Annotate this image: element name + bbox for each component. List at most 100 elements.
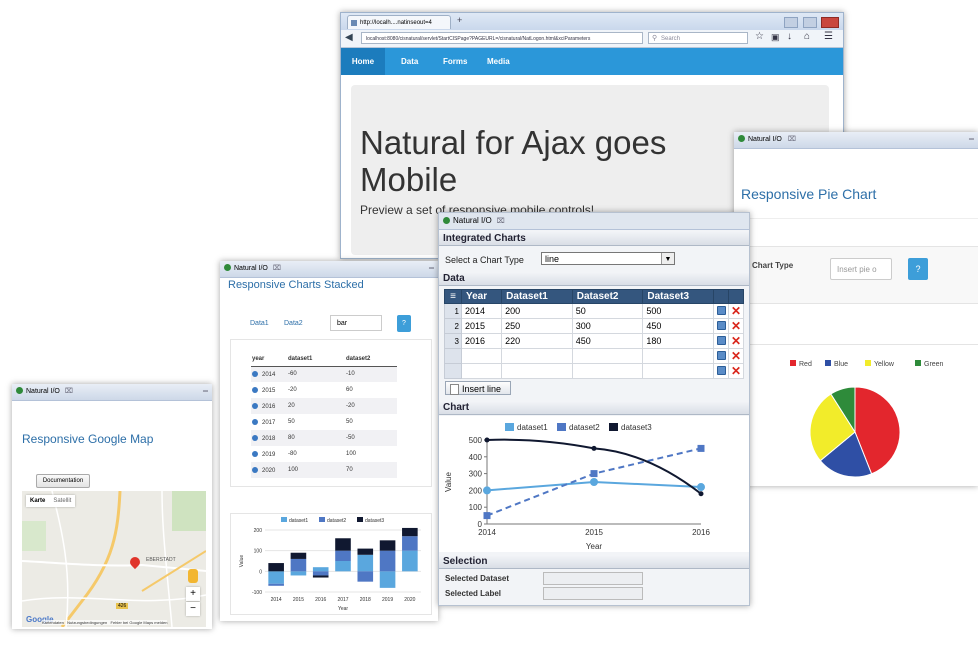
table-cell[interactable]: 220 <box>501 333 573 349</box>
copy-icon[interactable] <box>716 305 726 315</box>
bookmarks-icon[interactable]: ▣ <box>771 32 780 43</box>
back-arrow-icon[interactable]: ◀ <box>345 32 353 43</box>
tab-minmax-icon[interactable]: ═ <box>969 132 974 148</box>
delete-row-icon[interactable]: ✕ <box>728 333 744 349</box>
table-cell[interactable] <box>460 363 503 379</box>
delete-row-icon[interactable]: ✕ <box>728 348 744 364</box>
row-number[interactable]: 2 <box>444 318 462 334</box>
copy-row-icon[interactable] <box>713 318 729 334</box>
chart-type-input[interactable]: bar <box>330 315 382 331</box>
table-cell[interactable]: 500 <box>642 303 714 319</box>
minimize-icon[interactable] <box>784 17 799 28</box>
stacked-window-tab[interactable]: Natural I/O ⌧ ═ <box>220 261 438 278</box>
delete-row-icon[interactable]: ✕ <box>728 363 744 379</box>
pegman-icon[interactable] <box>188 569 198 583</box>
tab-minmax-icon[interactable]: ═ <box>429 261 434 277</box>
table-cell[interactable]: 180 <box>642 333 714 349</box>
table-row[interactable]: ✕ <box>444 348 744 364</box>
google-map[interactable]: Karte Satellit EBERSTADT 426 + − Google K… <box>22 491 206 627</box>
table-cell[interactable] <box>501 363 573 379</box>
copy-row-icon[interactable] <box>713 363 729 379</box>
column-header-dataset3[interactable]: Dataset3 <box>642 289 714 304</box>
table-cell[interactable] <box>571 363 644 379</box>
home-icon[interactable]: ⌂ <box>804 31 810 42</box>
delete-row-icon[interactable]: ✕ <box>728 318 744 334</box>
nav-forms[interactable]: Forms <box>443 48 467 75</box>
documentation-button[interactable]: Documentation <box>36 474 90 488</box>
table-cell[interactable]: 50 <box>571 303 644 319</box>
table-cell[interactable]: 450 <box>571 333 644 349</box>
row-number[interactable] <box>444 348 462 364</box>
data2-link[interactable]: Data2 <box>284 320 303 327</box>
delete-icon[interactable]: ✕ <box>731 319 741 333</box>
row-expand-icon[interactable] <box>252 386 258 393</box>
data1-link[interactable]: Data1 <box>250 320 269 327</box>
delete-row-icon[interactable]: ✕ <box>728 303 744 319</box>
row-expand-icon[interactable] <box>252 450 258 457</box>
tab-close-icon[interactable]: ⌧ <box>273 265 281 272</box>
copy-row-icon[interactable] <box>713 348 729 364</box>
table-cell[interactable] <box>642 348 714 364</box>
map-footer[interactable]: Kartendaten Nutzungsbedingungen Fehler b… <box>42 620 168 625</box>
table-row[interactable]: ✕ <box>444 363 744 379</box>
table-row[interactable]: 2017 50 50 <box>251 414 397 430</box>
table-cell[interactable]: 300 <box>571 318 644 334</box>
column-header-year[interactable]: Year <box>460 289 503 304</box>
nav-media[interactable]: Media <box>487 48 510 75</box>
copy-icon[interactable] <box>716 350 726 360</box>
map-window-tab[interactable]: Natural I/O ⌧ ═ <box>12 384 212 401</box>
insert-line-button[interactable]: Insert line <box>445 381 511 395</box>
delete-icon[interactable]: ✕ <box>731 304 741 318</box>
chart-type-input[interactable]: Insert pie o <box>830 258 892 280</box>
table-cell[interactable] <box>460 348 503 364</box>
download-icon[interactable]: ↓ <box>787 31 792 42</box>
help-button[interactable]: ? <box>908 258 928 280</box>
row-number[interactable]: 3 <box>444 333 462 349</box>
pie-window-tab[interactable]: Natural I/O ⌧ ═ <box>734 132 978 149</box>
bookmark-star-icon[interactable]: ☆ <box>755 31 764 42</box>
chevron-down-icon[interactable]: ▼ <box>661 253 674 264</box>
delete-icon[interactable]: ✕ <box>731 334 741 348</box>
column-header-dataset1[interactable]: Dataset1 <box>501 289 573 304</box>
url-bar[interactable]: localhost:8080/cisnatural/servlet/StartC… <box>361 32 643 44</box>
table-row[interactable]: 2 2015 250 300 450 ✕ <box>444 318 744 334</box>
table-row[interactable]: 1 2014 200 50 500 ✕ <box>444 303 744 319</box>
table-cell[interactable]: 450 <box>642 318 714 334</box>
table-cell[interactable]: 2014 <box>460 303 503 319</box>
copy-icon[interactable] <box>716 320 726 330</box>
table-row[interactable]: 2018 80 -50 <box>251 430 397 446</box>
help-button[interactable]: ? <box>397 315 411 332</box>
row-expand-icon[interactable] <box>252 418 258 425</box>
zoom-out-button[interactable]: − <box>186 602 200 616</box>
tab-minmax-icon[interactable]: ═ <box>203 384 208 400</box>
table-row[interactable]: 3 2016 220 450 180 ✕ <box>444 333 744 349</box>
delete-icon[interactable]: ✕ <box>731 349 741 363</box>
table-row[interactable]: 2019 -80 100 <box>251 446 397 462</box>
row-number[interactable]: 1 <box>444 303 462 319</box>
row-number[interactable] <box>444 363 462 379</box>
new-tab-button[interactable]: + <box>457 15 462 25</box>
table-cell[interactable]: 250 <box>501 318 573 334</box>
copy-row-icon[interactable] <box>713 303 729 319</box>
copy-icon[interactable] <box>716 335 726 345</box>
map-tab-satellit[interactable]: Satellit <box>49 498 75 504</box>
tab-close-icon[interactable]: ⌧ <box>788 136 796 143</box>
table-cell[interactable] <box>642 363 714 379</box>
integrated-window-tab[interactable]: Natural I/O ⌧ <box>439 213 749 230</box>
row-expand-icon[interactable] <box>252 402 258 409</box>
tab-close-icon[interactable]: ⌧ <box>65 388 73 395</box>
table-row[interactable]: 2020 100 70 <box>251 462 397 478</box>
row-expand-icon[interactable] <box>252 370 258 377</box>
search-box[interactable]: ⚲ Search <box>648 32 748 44</box>
zoom-in-button[interactable]: + <box>186 587 200 601</box>
delete-icon[interactable]: ✕ <box>731 364 741 378</box>
tab-close-icon[interactable]: ⌧ <box>497 218 505 225</box>
select-col-header[interactable]: ≡ <box>444 289 462 304</box>
table-cell[interactable] <box>571 348 644 364</box>
table-cell[interactable]: 200 <box>501 303 573 319</box>
nav-data[interactable]: Data <box>401 48 418 75</box>
table-row[interactable]: 2014 -60 -10 <box>251 366 397 382</box>
copy-row-icon[interactable] <box>713 333 729 349</box>
map-tab-karte[interactable]: Karte <box>26 498 49 504</box>
table-cell[interactable]: 2016 <box>460 333 503 349</box>
